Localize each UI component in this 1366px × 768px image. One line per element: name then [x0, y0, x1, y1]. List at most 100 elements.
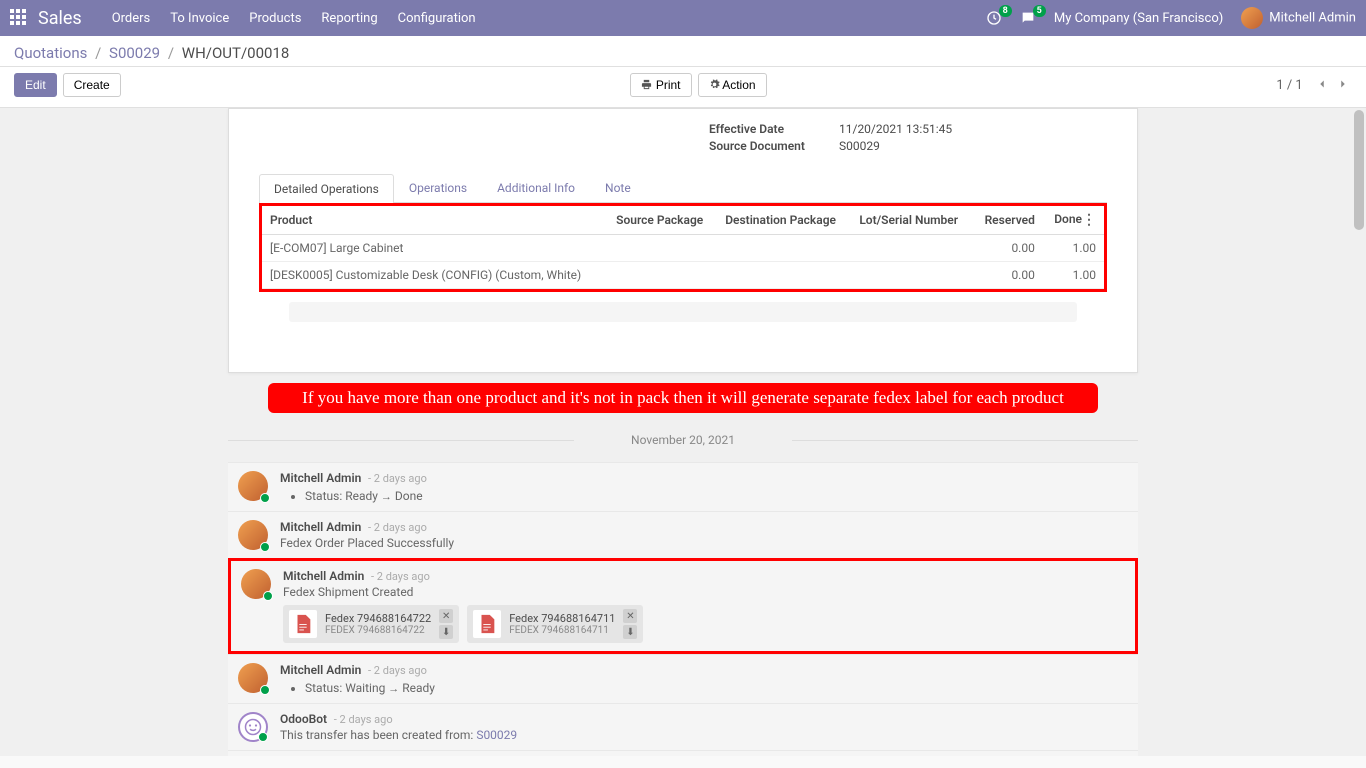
- cell-product: [DESK0005] Customizable Desk (CONFIG) (C…: [262, 262, 608, 289]
- pager-next[interactable]: [1334, 75, 1352, 96]
- message-author[interactable]: Mitchell Admin - 2 days ago: [280, 663, 1128, 677]
- breadcrumb-order[interactable]: S00029: [109, 44, 160, 62]
- user-menu[interactable]: Mitchell Admin: [1241, 7, 1356, 29]
- message: Mitchell Admin - 2 days agoStatus: Waiti…: [228, 654, 1138, 703]
- attachment-remove-icon[interactable]: ✕: [439, 609, 453, 623]
- tabs: Detailed Operations Operations Additiona…: [259, 173, 1107, 203]
- breadcrumb-current: WH/OUT/00018: [182, 44, 290, 62]
- clock-count: 8: [999, 5, 1012, 17]
- avatar[interactable]: [238, 520, 268, 550]
- avatar[interactable]: [238, 471, 268, 501]
- message-time: - 2 days ago: [368, 570, 430, 583]
- user-avatar-icon: [1241, 7, 1263, 29]
- operations-table-highlight: Product Source Package Destination Packa…: [259, 203, 1107, 292]
- top-nav: Sales Orders To Invoice Products Reporti…: [0, 0, 1366, 36]
- edit-button[interactable]: Edit: [14, 73, 57, 97]
- bot-icon: [244, 718, 262, 736]
- message-author[interactable]: Mitchell Admin - 2 days ago: [280, 471, 1128, 485]
- table-footer-pad: [289, 302, 1077, 322]
- message-text: Fedex Shipment Created: [283, 585, 1125, 599]
- menu-orders[interactable]: Orders: [112, 11, 151, 26]
- chevron-left-icon: [1315, 77, 1329, 91]
- form-sheet: Effective Date 11/20/2021 13:51:45 Sourc…: [228, 108, 1138, 373]
- source-doc-label: Source Document: [709, 139, 839, 153]
- attachment-sub: FEDEX 794688164711: [509, 625, 615, 636]
- chevron-right-icon: [1336, 77, 1350, 91]
- attachment[interactable]: Fedex 794688164711FEDEX 794688164711 ✕⬇: [467, 605, 643, 643]
- avatar[interactable]: [238, 663, 268, 693]
- pager-text: 1 / 1: [1276, 78, 1302, 93]
- attachment[interactable]: Fedex 794688164722FEDEX 794688164722 ✕⬇: [283, 605, 459, 643]
- print-icon: [641, 79, 652, 90]
- apps-icon[interactable]: [10, 9, 28, 27]
- menu-configuration[interactable]: Configuration: [398, 11, 476, 26]
- breadcrumb-bar: Quotations / S00029 / WH/OUT/00018: [0, 36, 1366, 67]
- message: Mitchell Admin - 2 days ago Fedex Order P…: [228, 511, 1138, 558]
- column-menu-icon[interactable]: ⋮: [1082, 212, 1096, 228]
- message-author[interactable]: Mitchell Admin - 2 days ago: [280, 520, 1128, 534]
- th-dest-pkg[interactable]: Destination Package: [717, 206, 851, 235]
- company-selector[interactable]: My Company (San Francisco): [1054, 11, 1223, 26]
- brand-title[interactable]: Sales: [38, 8, 82, 29]
- tab-note[interactable]: Note: [590, 173, 646, 202]
- message-author[interactable]: Mitchell Admin - 2 days ago: [283, 569, 1125, 583]
- operations-table: Product Source Package Destination Packa…: [262, 206, 1104, 289]
- chatter: November 20, 2021 Mitchell Admin - 2 day…: [228, 433, 1138, 756]
- avatar[interactable]: [238, 712, 268, 742]
- scrollbar[interactable]: [1352, 108, 1366, 756]
- main-menu: Orders To Invoice Products Reporting Con…: [112, 11, 476, 26]
- menu-reporting[interactable]: Reporting: [321, 11, 377, 26]
- message-time: - 2 days ago: [365, 664, 427, 677]
- cell-reserved: 0.00: [973, 262, 1043, 289]
- message-text: Fedex Order Placed Successfully: [280, 536, 1128, 550]
- tab-additional-info[interactable]: Additional Info: [482, 173, 590, 202]
- menu-to-invoice[interactable]: To Invoice: [170, 11, 229, 26]
- attachment-download-icon[interactable]: ⬇: [623, 625, 637, 639]
- toolbar: Edit Create Print Action 1 / 1: [0, 67, 1366, 108]
- effective-date-value: 11/20/2021 13:51:45: [839, 122, 952, 136]
- date-separator: November 20, 2021: [228, 433, 1138, 447]
- message-author[interactable]: OdooBot - 2 days ago: [280, 712, 1128, 726]
- th-source-pkg[interactable]: Source Package: [608, 206, 717, 235]
- print-button[interactable]: Print: [630, 73, 691, 97]
- menu-products[interactable]: Products: [249, 11, 301, 26]
- cell-done: 1.00: [1043, 262, 1104, 289]
- pager-prev[interactable]: [1313, 75, 1331, 96]
- cell-product: [E-COM07] Large Cabinet: [262, 235, 608, 262]
- th-reserved[interactable]: Reserved: [973, 206, 1043, 235]
- status-change: Status: Ready → Done: [305, 489, 1128, 503]
- content-area: Effective Date 11/20/2021 13:51:45 Sourc…: [0, 108, 1366, 756]
- clock-badge[interactable]: 8: [986, 10, 1002, 26]
- table-row[interactable]: [E-COM07] Large Cabinet 0.001.00: [262, 235, 1104, 262]
- message: Mitchell Admin - 2 days ago Status: Ready…: [228, 462, 1138, 511]
- table-row[interactable]: [DESK0005] Customizable Desk (CONFIG) (C…: [262, 262, 1104, 289]
- cell-done: 1.00: [1043, 235, 1104, 262]
- attachment-download-icon[interactable]: ⬇: [439, 625, 453, 639]
- avatar[interactable]: [241, 569, 271, 599]
- message-text: This transfer has been created from: S00…: [280, 728, 1128, 742]
- message-time: - 2 days ago: [331, 713, 393, 726]
- effective-date-label: Effective Date: [709, 122, 839, 136]
- source-doc-value: S00029: [839, 139, 880, 153]
- cell-reserved: 0.00: [973, 235, 1043, 262]
- message: OdooBot - 2 days ago This transfer has be…: [228, 703, 1138, 750]
- breadcrumb-quotations[interactable]: Quotations: [14, 44, 87, 62]
- tab-operations[interactable]: Operations: [394, 173, 482, 202]
- attachment-remove-icon[interactable]: ✕: [623, 609, 637, 623]
- create-button[interactable]: Create: [63, 73, 121, 97]
- chat-badge[interactable]: 5: [1020, 10, 1036, 26]
- tab-detailed-operations[interactable]: Detailed Operations: [259, 174, 394, 203]
- scroll-thumb[interactable]: [1354, 110, 1364, 230]
- chat-count: 5: [1033, 5, 1046, 17]
- message: OdooBot - 2 days agoTransfer created: [228, 750, 1138, 756]
- message: Mitchell Admin - 2 days ago Fedex Shipmen…: [228, 558, 1138, 654]
- annotation-callout: If you have more than one product and it…: [268, 383, 1098, 413]
- th-done[interactable]: Done ⋮: [1043, 206, 1104, 235]
- th-product[interactable]: Product: [262, 206, 608, 235]
- source-link[interactable]: S00029: [476, 728, 517, 742]
- th-lot[interactable]: Lot/Serial Number: [851, 206, 972, 235]
- attachment-name: Fedex 794688164722: [325, 612, 431, 625]
- breadcrumb: Quotations / S00029 / WH/OUT/00018: [14, 44, 1352, 62]
- message-time: - 2 days ago: [365, 521, 427, 534]
- action-button[interactable]: Action: [698, 73, 767, 97]
